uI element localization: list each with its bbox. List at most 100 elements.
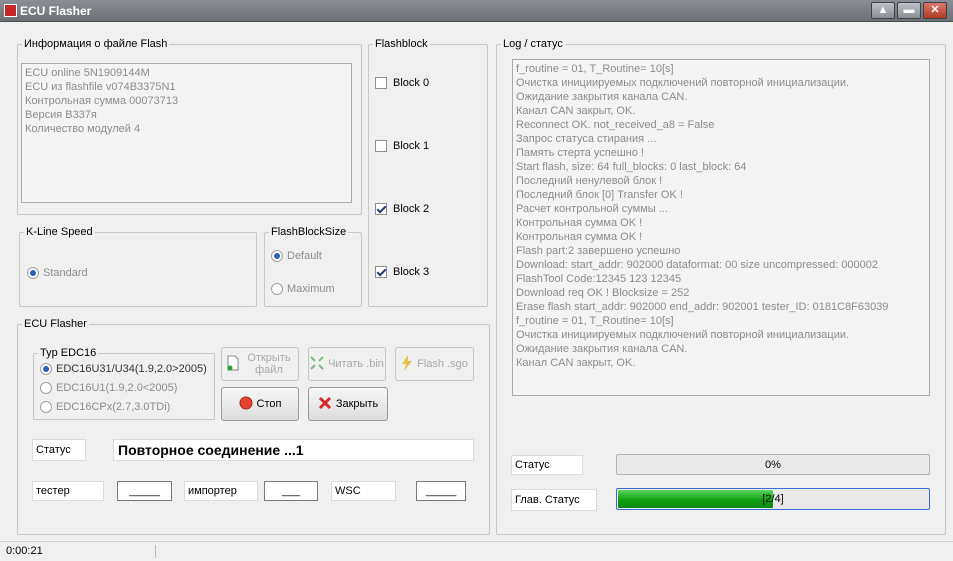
log-line: Канал CAN закрыт, OK.	[516, 105, 636, 117]
radio-icon	[40, 401, 52, 413]
checkbox-checked-icon	[375, 266, 387, 278]
block-0-checkbox[interactable]: Block 0	[375, 77, 429, 89]
log-line: Ожидание закрытия канала CAN.	[516, 91, 688, 103]
restore-icon: ▬	[903, 4, 915, 16]
main-status-label: Глав. Статус	[515, 494, 580, 506]
kline-standard-label: Standard	[43, 267, 88, 279]
open-file-label: Открыть файл	[247, 352, 291, 376]
type-edc16u31-radio[interactable]: EDC16U31/U34(1.9,2.0>2005)	[40, 363, 207, 375]
log-status-label: Статус	[515, 459, 550, 471]
log-line: Ожидание закрытия канала CAN.	[516, 343, 688, 355]
kline-speed-group: K-Line Speed Standard	[19, 226, 257, 307]
log-line: Память стерта успешно !	[516, 147, 644, 159]
importer-input[interactable]: ___	[264, 481, 318, 501]
stop-label: Стоп	[256, 398, 282, 410]
close-icon: ✕	[930, 4, 940, 16]
title-bar: ECU Flasher ▲ ▬ ✕	[0, 0, 953, 22]
status-bar-separator	[155, 545, 156, 558]
block-0-label: Block 0	[393, 77, 430, 89]
flashblock-group: Flashblock Block 0 Block 1 Block 2 Block…	[368, 38, 488, 307]
type-edc16u1-label: EDC16U1(1.9,2.0<2005)	[56, 382, 178, 394]
log-line: Очистка инициируемых подключений повторн…	[516, 329, 850, 341]
tester-label: тестер	[36, 485, 70, 497]
status-progress-bar: 0%	[616, 454, 930, 475]
wsc-value: _____	[425, 485, 457, 497]
log-line: Канал CAN закрыт, OK.	[516, 357, 636, 369]
stop-icon	[239, 396, 253, 413]
typ-edc16-group: Typ EDC16 EDC16U31/U34(1.9,2.0>2005) EDC…	[33, 347, 215, 420]
lightning-icon	[401, 354, 413, 374]
log-status-group: Log / статус f_routine = 01, T_Routine= …	[496, 38, 946, 535]
close-window-button[interactable]: ✕	[923, 2, 947, 19]
blocksize-maximum-radio[interactable]: Maximum	[271, 283, 335, 295]
log-line: Start flash, size: 64 full_blocks: 0 las…	[516, 161, 747, 173]
log-status-label-field: Статус	[511, 455, 583, 475]
client-area: Информация о файле Flash ECU online 5N19…	[0, 23, 953, 541]
block-1-checkbox[interactable]: Block 1	[375, 140, 429, 152]
file-info-textarea[interactable]: ECU online 5N1909144M ECU из flashfile v…	[21, 63, 352, 203]
file-info-line: Количество модулей 4	[25, 123, 141, 135]
elapsed-time: 0:00:21	[6, 545, 43, 557]
red-x-icon	[318, 396, 332, 413]
tester-label-field: тестер	[32, 481, 104, 501]
blocksize-default-label: Default	[287, 250, 322, 262]
flash-sgo-button[interactable]: Flash .sgo	[395, 347, 474, 381]
open-file-button[interactable]: Открыть файл	[221, 347, 299, 381]
file-info-line: ECU online 5N1909144M	[25, 67, 150, 79]
log-line: Erase flash start_addr: 902000 end_addr:…	[516, 301, 889, 313]
type-edc16cpx-radio[interactable]: EDC16CPx(2.7,3.0TDi)	[40, 401, 170, 413]
importer-label-field: импортер	[184, 481, 258, 501]
main-status-progress-text: [2/4]	[762, 493, 784, 505]
status-progress-text: 0%	[765, 458, 781, 471]
window-title: ECU Flasher	[20, 4, 92, 18]
status-bar: 0:00:21	[0, 541, 953, 561]
file-info-line: Контрольная сумма 00073713	[25, 95, 179, 107]
restore-button[interactable]: ▬	[897, 2, 921, 19]
minimize-button[interactable]: ▲	[871, 2, 895, 19]
log-line: Flash part:2 завершено успешно	[516, 245, 681, 257]
radio-icon	[40, 382, 52, 394]
main-status-label-field: Глав. Статус	[511, 489, 597, 511]
ecu-flasher-legend: ECU Flasher	[22, 318, 89, 330]
close-button[interactable]: Закрыть	[308, 387, 388, 421]
kline-standard-radio[interactable]: Standard	[27, 267, 88, 279]
type-edc16u1-radio[interactable]: EDC16U1(1.9,2.0<2005)	[40, 382, 177, 394]
close-label: Закрыть	[335, 398, 379, 410]
log-status-legend: Log / статус	[501, 38, 565, 50]
log-line: Контрольная сумма OK !	[516, 231, 643, 243]
stop-button[interactable]: Стоп	[221, 387, 299, 421]
block-3-label: Block 3	[393, 266, 430, 278]
file-icon	[226, 355, 240, 374]
flash-sgo-label: Flash .sgo	[417, 358, 468, 370]
file-info-legend: Информация о файле Flash	[22, 38, 170, 50]
log-line: Reconnect OK. not_received_a8 = False	[516, 119, 715, 131]
read-bin-label: Читать .bin	[328, 358, 384, 370]
status-value: Повторное соединение ...1	[118, 442, 304, 458]
status-label-field: Статус	[32, 439, 86, 461]
typ-edc16-legend: Typ EDC16	[38, 347, 99, 359]
importer-label: импортер	[188, 485, 237, 497]
log-line: Расчет контрольной суммы ...	[516, 203, 668, 215]
wsc-input[interactable]: _____	[416, 481, 466, 501]
checkbox-checked-icon	[375, 203, 387, 215]
tester-input[interactable]: _____	[117, 481, 172, 501]
block-1-label: Block 1	[393, 140, 430, 152]
block-3-checkbox[interactable]: Block 3	[375, 266, 429, 278]
radio-icon	[271, 283, 283, 295]
radio-selected-icon	[27, 267, 39, 279]
log-textarea[interactable]: f_routine = 01, T_Routine= 10[s] Очистка …	[512, 59, 930, 396]
block-2-checkbox[interactable]: Block 2	[375, 203, 429, 215]
wsc-label-field: WSC	[331, 481, 396, 501]
status-value-field: Повторное соединение ...1	[113, 439, 474, 461]
log-line: FlashTool Code:12345 123 12345	[516, 273, 682, 285]
flashblocksize-group: FlashBlockSize Default Maximum	[264, 226, 362, 307]
tester-value: _____	[129, 485, 160, 497]
compress-icon	[310, 355, 324, 373]
main-status-progress-bar: [2/4]	[616, 488, 930, 510]
flashblock-legend: Flashblock	[373, 38, 430, 50]
flashblocksize-legend: FlashBlockSize	[269, 226, 349, 238]
blocksize-default-radio[interactable]: Default	[271, 250, 322, 262]
log-line: Контрольная сумма OK !	[516, 217, 643, 229]
app-icon	[4, 4, 17, 17]
read-bin-button[interactable]: Читать .bin	[308, 347, 386, 381]
